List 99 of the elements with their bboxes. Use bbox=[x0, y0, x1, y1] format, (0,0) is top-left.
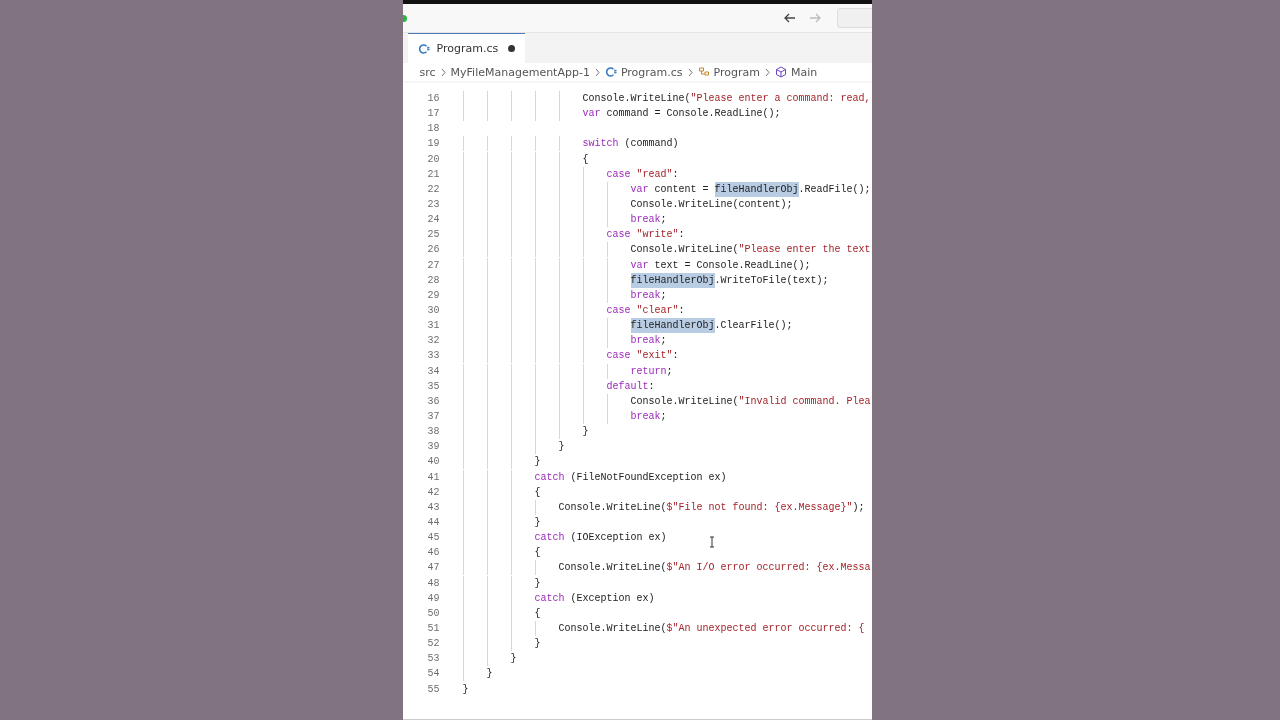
chevron-right-icon bbox=[686, 67, 694, 77]
line-number: 41 bbox=[426, 470, 440, 485]
line-number: 22 bbox=[426, 182, 440, 197]
line-number: 35 bbox=[426, 379, 440, 394]
line-number: 25 bbox=[426, 228, 440, 243]
code-line: Console.WriteLine($"An I/O error occurred: {ex.Messa bbox=[462, 560, 871, 576]
csharp-file-icon bbox=[604, 66, 617, 78]
code-line: } bbox=[462, 575, 541, 591]
line-number: 42 bbox=[426, 485, 440, 500]
class-icon bbox=[697, 66, 710, 78]
line-number: 46 bbox=[426, 546, 440, 561]
code-line: Console.WriteLine(content); bbox=[462, 197, 793, 213]
code-line: default: bbox=[462, 378, 655, 394]
code-line: case "write": bbox=[462, 227, 685, 243]
chevron-right-icon bbox=[593, 67, 601, 77]
line-number: 34 bbox=[426, 364, 440, 379]
code-line: fileHandlerObj.ClearFile(); bbox=[462, 318, 793, 334]
code-line: break; bbox=[462, 409, 667, 424]
line-number: 39 bbox=[426, 440, 440, 455]
code-line: } bbox=[462, 682, 469, 697]
code-line: Console.WriteLine($"An unexpected error occurred: { bbox=[462, 621, 865, 636]
code-line: { bbox=[462, 151, 589, 167]
code-line: Console.WriteLine($"File not found: {ex.Message}"); bbox=[462, 499, 865, 515]
arrow-right-icon bbox=[807, 11, 822, 25]
line-number: 38 bbox=[426, 425, 440, 440]
line-number: 51 bbox=[426, 622, 440, 636]
editor-tab[interactable]: Program.cs bbox=[407, 33, 526, 63]
code-line: { bbox=[462, 484, 541, 500]
line-number: 33 bbox=[426, 349, 440, 364]
code-line: var command = Console.ReadLine(); bbox=[462, 106, 781, 122]
code-line: var content = fileHandlerObj.ReadFile(); bbox=[462, 181, 871, 197]
code-line: Console.WriteLine("Please enter a command: read, bbox=[462, 91, 871, 107]
code-line: catch (Exception ex) bbox=[462, 590, 655, 606]
line-number: 29 bbox=[426, 288, 440, 303]
code-line: case "clear": bbox=[462, 303, 685, 319]
code-line: } bbox=[462, 424, 589, 440]
breadcrumb-item[interactable]: Main bbox=[775, 65, 818, 79]
line-number: 30 bbox=[426, 304, 440, 319]
breadcrumb-item[interactable]: src bbox=[419, 65, 436, 79]
line-number: 26 bbox=[426, 243, 440, 258]
chevron-right-icon bbox=[439, 67, 447, 77]
code-line: break; bbox=[462, 212, 667, 228]
line-number: 50 bbox=[426, 606, 440, 621]
line-number: 44 bbox=[426, 516, 440, 530]
breadcrumb-item[interactable]: Program bbox=[697, 65, 760, 79]
line-number: 28 bbox=[426, 273, 440, 288]
code-line: } bbox=[462, 651, 517, 667]
line-number: 49 bbox=[426, 591, 440, 606]
line-number: 20 bbox=[426, 152, 440, 167]
window-dot-icon[interactable] bbox=[402, 14, 407, 22]
line-number: 55 bbox=[426, 682, 440, 697]
code-line: Console.WriteLine("Please enter the text bbox=[462, 242, 871, 258]
text-cursor-icon bbox=[708, 536, 715, 548]
chevron-right-icon bbox=[764, 67, 771, 77]
code-line: return; bbox=[462, 363, 673, 379]
code-line: catch (FileNotFoundException ex) bbox=[462, 469, 727, 485]
line-number: 17 bbox=[426, 107, 440, 122]
line-number: 45 bbox=[426, 531, 440, 546]
line-number: 21 bbox=[426, 167, 440, 182]
line-number: 27 bbox=[426, 258, 440, 273]
line-number: 40 bbox=[426, 455, 440, 470]
arrow-left-icon bbox=[782, 11, 797, 25]
line-number: 53 bbox=[426, 652, 440, 667]
line-number: 54 bbox=[426, 667, 440, 682]
code-line: catch (IOException ex) bbox=[462, 530, 667, 546]
code-line: var text = Console.ReadLine(); bbox=[462, 257, 811, 273]
code-line: { bbox=[462, 605, 541, 621]
line-number: 36 bbox=[426, 394, 440, 409]
line-number: 16 bbox=[426, 92, 440, 107]
code-line: } bbox=[462, 666, 493, 682]
line-number: 43 bbox=[426, 500, 440, 515]
line-number: 31 bbox=[426, 319, 440, 334]
code-line: break; bbox=[462, 287, 667, 303]
code-line: } bbox=[462, 439, 565, 455]
code-line: break; bbox=[462, 333, 667, 349]
code-line: Console.WriteLine("Invalid command. Plea bbox=[462, 393, 871, 409]
unsaved-dot-icon bbox=[508, 45, 516, 52]
line-number: 23 bbox=[426, 198, 440, 213]
cube-icon bbox=[775, 66, 787, 78]
code-line: } bbox=[462, 636, 541, 652]
line-number: 48 bbox=[426, 576, 440, 591]
line-number: 18 bbox=[426, 122, 440, 137]
line-number: 47 bbox=[426, 561, 440, 576]
line-number: 24 bbox=[426, 213, 440, 228]
code-line: } bbox=[462, 454, 541, 470]
csharp-file-icon bbox=[417, 42, 430, 55]
search-field[interactable] bbox=[836, 8, 872, 28]
code-line: { bbox=[462, 545, 541, 561]
code-line: } bbox=[462, 515, 541, 530]
breadcrumb-item[interactable]: MyFileManagementApp-1 bbox=[450, 65, 590, 79]
line-number: 32 bbox=[426, 334, 440, 349]
code-line: case "exit": bbox=[462, 348, 679, 364]
line-number: 19 bbox=[426, 137, 440, 152]
code-line: fileHandlerObj.WriteToFile(text); bbox=[462, 272, 829, 288]
code-line: case "read": bbox=[462, 166, 679, 182]
code-line: switch (command) bbox=[462, 136, 679, 152]
line-number: 52 bbox=[426, 637, 440, 652]
line-number: 37 bbox=[426, 410, 440, 424]
breadcrumb-item[interactable]: Program.cs bbox=[604, 65, 683, 79]
